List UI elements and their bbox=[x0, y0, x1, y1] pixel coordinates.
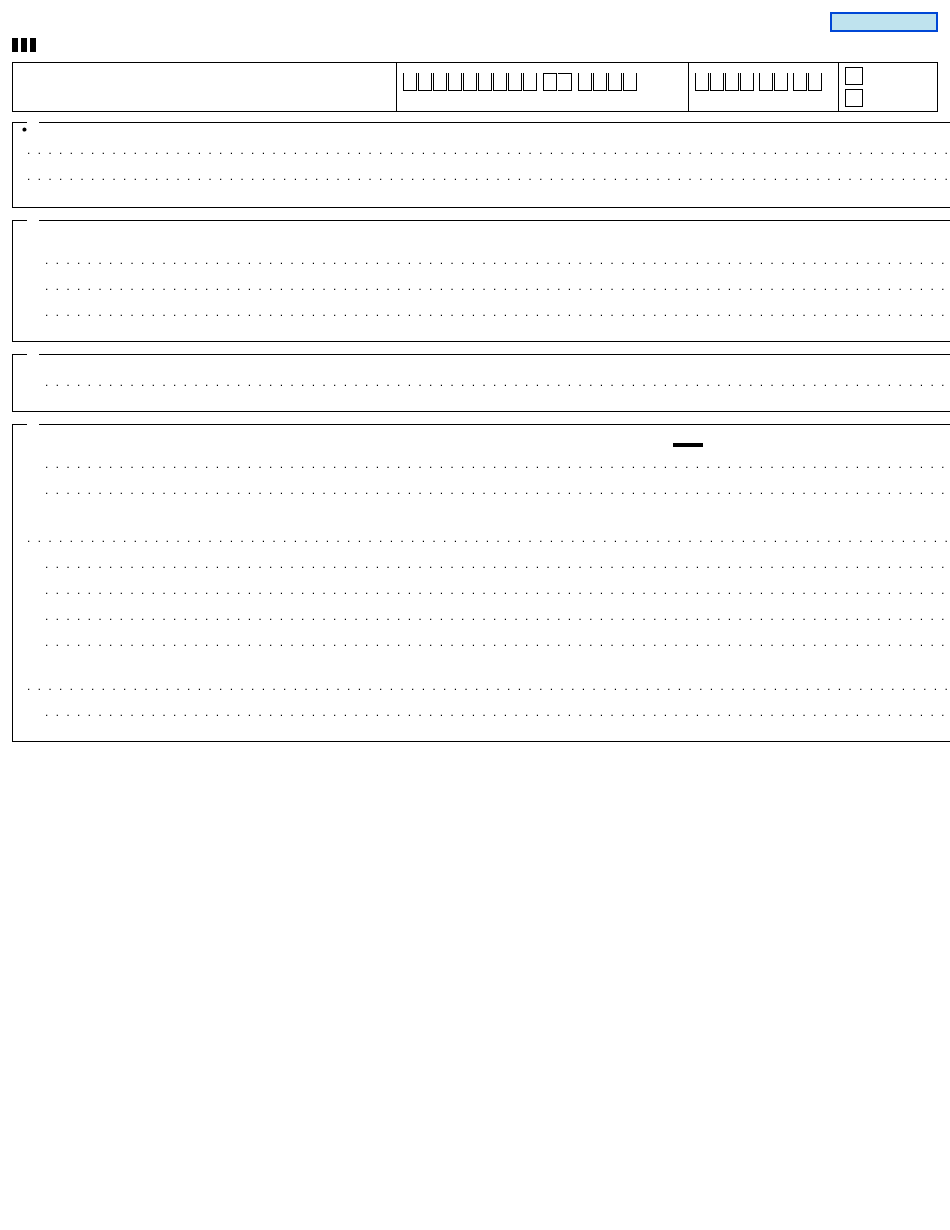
part-2 bbox=[12, 220, 950, 342]
q101-text bbox=[27, 531, 950, 545]
rz-z bbox=[558, 73, 572, 91]
q104-text bbox=[45, 557, 950, 571]
q099-text bbox=[45, 375, 950, 389]
agency-name bbox=[44, 34, 71, 47]
fiscal-period-box[interactable] bbox=[688, 62, 838, 112]
q108-text bbox=[27, 679, 950, 693]
part-1 bbox=[12, 122, 950, 208]
original-checkbox[interactable] bbox=[845, 67, 863, 85]
q105-text bbox=[45, 583, 950, 597]
part4-opt2 bbox=[45, 483, 950, 497]
q106-text bbox=[45, 609, 950, 623]
part2-opt1 bbox=[45, 253, 950, 267]
q095-text bbox=[27, 143, 950, 157]
part4-opt1 bbox=[45, 457, 950, 471]
part2-opt2 bbox=[45, 279, 950, 293]
q109-text bbox=[45, 705, 950, 719]
original-amended-box bbox=[838, 62, 938, 112]
part-4 bbox=[12, 424, 950, 742]
q097-text bbox=[27, 169, 950, 183]
q107-text bbox=[45, 635, 950, 649]
part-3 bbox=[12, 354, 950, 412]
account-number-box[interactable] bbox=[396, 62, 688, 112]
identification-boxes bbox=[12, 62, 938, 112]
canada-flag-icon bbox=[12, 38, 36, 52]
clear-data-button[interactable] bbox=[830, 12, 938, 32]
rz-r bbox=[543, 73, 557, 91]
header-row bbox=[12, 34, 938, 52]
part2-opt3 bbox=[45, 305, 950, 319]
code-110 bbox=[673, 443, 703, 447]
amended-checkbox[interactable] bbox=[845, 89, 863, 107]
partnership-name-box[interactable] bbox=[12, 62, 396, 112]
